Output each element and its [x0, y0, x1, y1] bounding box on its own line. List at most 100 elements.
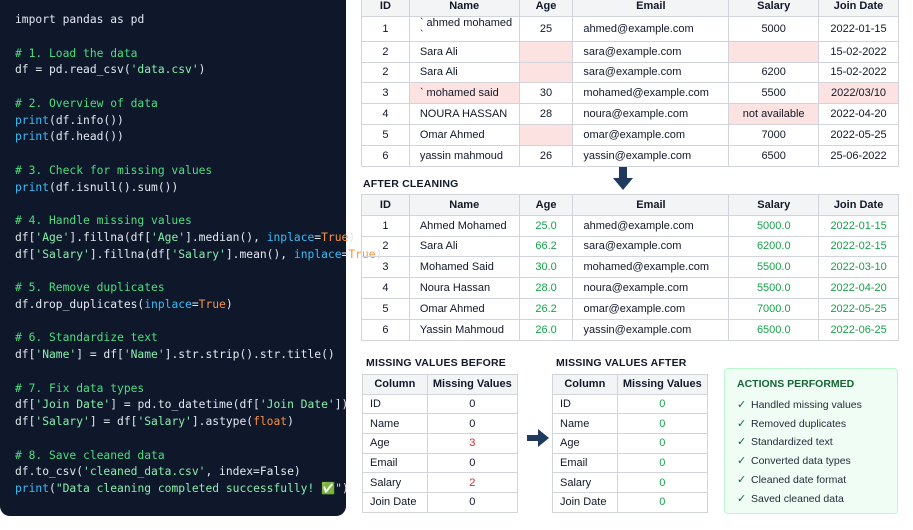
- action-label: Saved cleaned data: [751, 492, 844, 505]
- table-cell: 3: [361, 256, 410, 279]
- code-token: ): [287, 415, 294, 428]
- missing-count-cell: 0: [426, 452, 519, 474]
- arrow-down-icon: [613, 167, 633, 190]
- table-cell: 66.2: [518, 235, 574, 258]
- table-cell: Noura Hassan: [408, 277, 520, 299]
- code-token: df[: [15, 348, 36, 361]
- missing-count-cell: 0: [616, 413, 709, 435]
- column-header: Column: [362, 374, 428, 395]
- table-cell: sara@example.com: [572, 235, 730, 258]
- code-token: ] = df[: [89, 415, 138, 428]
- table-cell: 2022-02-15: [818, 235, 899, 258]
- table-cell: 3: [361, 82, 410, 105]
- column-header: Age: [518, 194, 574, 216]
- code-line: df.drop_duplicates(inplace=True): [15, 297, 233, 313]
- code-line: df['Join Date'] = pd.to_datetime(df['Joi…: [15, 397, 348, 413]
- action-label: Cleaned date format: [751, 473, 847, 486]
- code-token: df[: [15, 230, 36, 244]
- column-header: Email: [572, 0, 730, 17]
- code-token: 'Salary': [171, 247, 226, 261]
- table-cell: yassin mahmoud: [408, 144, 520, 167]
- code-token: 'Name': [123, 348, 165, 361]
- column-header: Salary: [728, 194, 820, 216]
- column-header: Name: [408, 0, 520, 17]
- cleaned-table-row: 2 Sara Ali 66.2 sara@example.com 6200.0 2022-…: [361, 235, 899, 258]
- missing-count-cell: 0: [616, 452, 709, 474]
- code-token: 'Salary': [35, 415, 90, 428]
- cleaned-table-header-row: ID Name Age Email Salary Join Date: [361, 194, 899, 216]
- table-cell: 6200: [728, 61, 820, 84]
- code-token: ].str.strip().str.title(): [164, 348, 335, 361]
- table-cell: ahmed@example.com: [572, 214, 730, 237]
- table-cell: 2022-01-15: [818, 15, 899, 42]
- code-token: ): [198, 63, 206, 77]
- table-cell: ` mohamed said: [408, 82, 520, 105]
- column-header: ID: [361, 194, 410, 216]
- table-cell: 5500: [728, 82, 820, 105]
- column-header: Missing Values: [616, 374, 709, 395]
- table-cell: Omar Ahmed: [408, 123, 520, 146]
- table-cell: 2: [361, 40, 410, 63]
- missing-values-after-table: Column Missing Values ID 0 Name 0 Age 0 Email 0 S…: [552, 374, 709, 513]
- code-line: # 2. Overview of data: [15, 96, 158, 112]
- code-token: ] = pd.to_datetime(df[: [110, 398, 260, 412]
- table-cell: 30: [518, 82, 574, 105]
- code-token: ]): [334, 398, 349, 412]
- table-cell: 2022-05-25: [818, 123, 899, 146]
- table-cell: 2022-01-15: [818, 214, 899, 237]
- table-cell: [518, 40, 574, 63]
- code-line: # 6. Standardize text: [15, 330, 158, 346]
- code-line: # 3. Check for missing values: [15, 163, 212, 179]
- table-cell: 25-06-2022: [818, 144, 899, 167]
- column-name-cell: Salary: [362, 472, 428, 494]
- missing-before-header-row: Column Missing Values: [362, 374, 519, 395]
- table-cell: noura@example.com: [572, 277, 730, 299]
- table-cell: 1: [361, 15, 410, 42]
- action-label: Converted data types: [751, 455, 851, 468]
- missing-count-cell: 0: [616, 433, 709, 454]
- missing-count-cell: 0: [616, 492, 709, 513]
- code-token: ].astype(: [191, 415, 254, 428]
- code-line: # 7. Fix data types: [15, 381, 144, 397]
- missing-values-row: Age 3: [362, 433, 519, 454]
- table-cell: yassin@example.com: [572, 144, 730, 167]
- missing-count-cell: 2: [426, 472, 519, 494]
- code-token: # 4. Handle missing values: [15, 214, 192, 227]
- code-token: print: [15, 180, 50, 194]
- raw-table-row: 3 ` mohamed said 30 mohamed@example.com 5500…: [361, 82, 899, 105]
- column-header: Column: [552, 374, 618, 395]
- missing-values-row: ID 0: [362, 393, 519, 415]
- code-token: print: [15, 113, 50, 127]
- missing-count-cell: 0: [616, 472, 709, 494]
- code-token: ): [341, 482, 349, 495]
- missing-values-row: ID 0: [552, 393, 709, 415]
- code-line: df['Name'] = df['Name'].str.strip().str.…: [15, 347, 335, 363]
- column-header: Salary: [728, 0, 820, 17]
- table-cell: [728, 40, 820, 63]
- actions-title: ACTIONS PERFORMED: [737, 378, 855, 390]
- column-name-cell: Salary: [552, 472, 618, 494]
- column-name-cell: Name: [552, 413, 618, 435]
- table-cell: 2022-05-25: [818, 297, 899, 320]
- raw-table-row: 2 Sara Ali sara@example.com 15-02-2022: [361, 40, 899, 63]
- table-cell: ahmed@example.com: [572, 15, 730, 42]
- table-cell: mohamed@example.com: [572, 82, 730, 105]
- code-token: # 8. Save cleaned data: [15, 448, 165, 462]
- code-token: =: [191, 297, 199, 311]
- table-cell: not available: [728, 103, 820, 125]
- table-cell: NOURA HASSAN: [408, 103, 520, 125]
- table-cell: 4: [361, 103, 410, 125]
- action-item: ✓ Removed duplicates: [737, 417, 846, 430]
- code-editor-panel: import pandas as pd # 1. Load the data df …: [0, 0, 382, 516]
- table-cell: ` ahmed mohamed `: [408, 15, 520, 42]
- code-line: print(df.isnull().sum()): [15, 180, 178, 196]
- table-cell: 6: [361, 318, 410, 341]
- table-cell: Yassin Mahmoud: [408, 318, 520, 341]
- raw-table-row: 5 Omar Ahmed omar@example.com 7000 2022-05-2…: [361, 123, 899, 146]
- missing-values-row: Age 0: [552, 433, 709, 454]
- raw-table-row: 6 yassin mahmoud 26 yassin@example.com 6500 2…: [361, 144, 899, 167]
- table-cell: 26.2: [518, 297, 574, 320]
- table-cell: 15-02-2022: [818, 61, 899, 84]
- code-token: (df.head()): [49, 130, 124, 144]
- after-cleaning-title: AFTER CLEANING: [363, 178, 459, 190]
